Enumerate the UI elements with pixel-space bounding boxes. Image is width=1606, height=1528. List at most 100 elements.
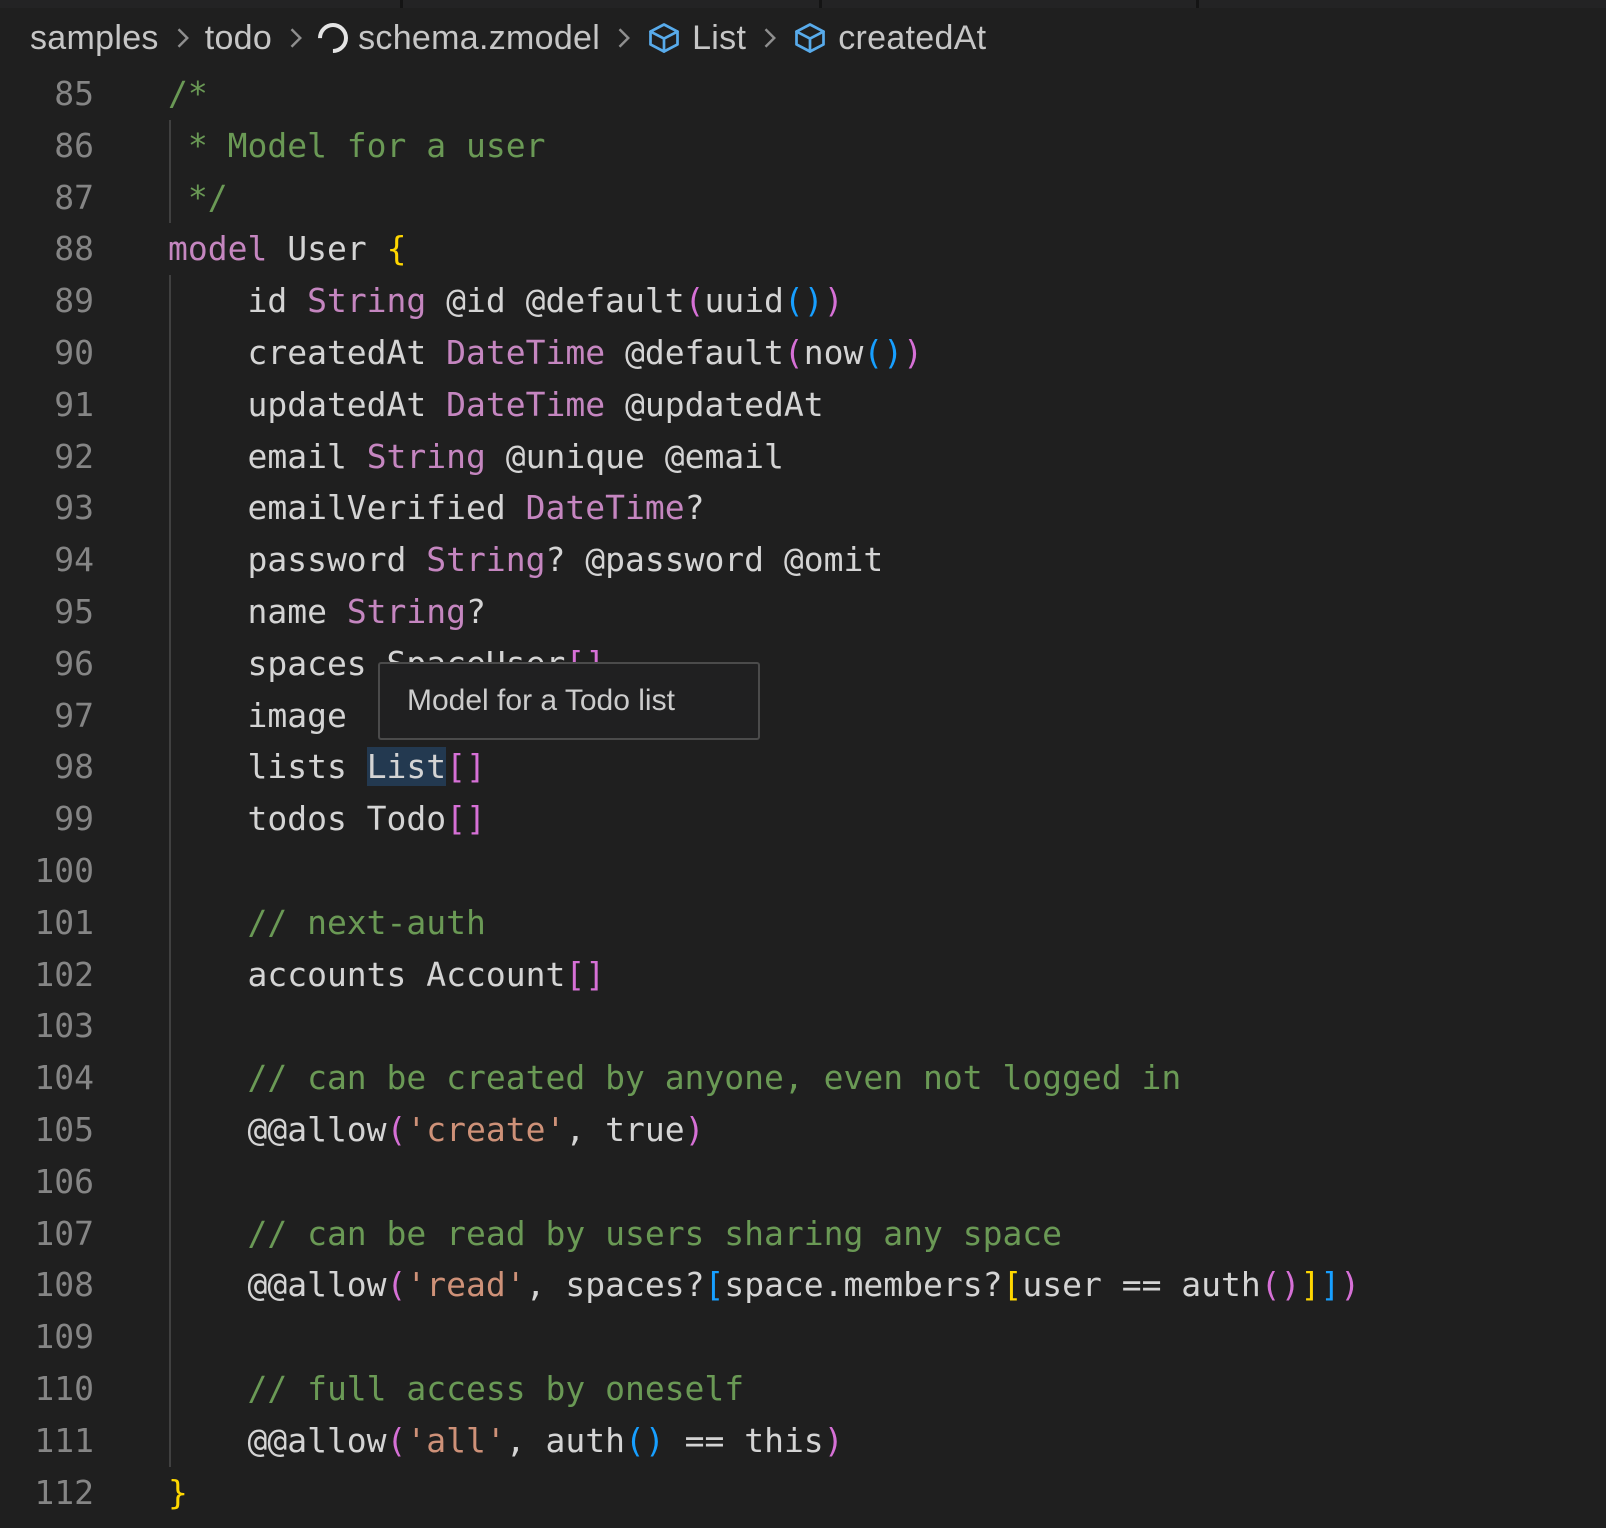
code-line[interactable]: 96 spaces SpaceUser[] (0, 638, 1606, 690)
code-editor[interactable]: 85/*86 * Model for a user87 */88model Us… (0, 68, 1606, 1518)
code-line[interactable]: 106 (0, 1156, 1606, 1208)
code-line[interactable]: 87 */ (0, 172, 1606, 224)
line-number[interactable]: 105 (0, 1104, 94, 1156)
line-number[interactable]: 106 (0, 1156, 94, 1208)
code-token: DateTime (446, 333, 605, 372)
model-symbol-icon (646, 20, 682, 56)
code-token: 'all' (406, 1421, 505, 1460)
line-number[interactable]: 99 (0, 793, 94, 845)
code-line[interactable]: 109 (0, 1311, 1606, 1363)
code-line[interactable]: 98 lists List[] (0, 741, 1606, 793)
breadcrumb-label: createdAt (838, 19, 986, 58)
code-line[interactable]: 112} (0, 1467, 1606, 1519)
breadcrumb-item-list[interactable]: List (646, 19, 746, 58)
code-token: @id @default (426, 281, 684, 320)
code-line[interactable]: 100 (0, 845, 1606, 897)
code-token: todos Todo (168, 799, 446, 838)
code-token: user == auth (1022, 1265, 1260, 1304)
code-token: @unique @email (486, 437, 784, 476)
code-line[interactable]: 92 email String @unique @email (0, 431, 1606, 483)
code-token: @updatedAt (605, 385, 824, 424)
code-line[interactable]: 90 createdAt DateTime @default(now()) (0, 327, 1606, 379)
code-token: () (863, 333, 903, 372)
line-number[interactable]: 111 (0, 1415, 94, 1467)
code-text: @@allow('read', spaces?[space.members?[u… (168, 1259, 1360, 1311)
code-line[interactable]: 91 updatedAt DateTime @updatedAt (0, 379, 1606, 431)
line-number[interactable]: 90 (0, 327, 94, 379)
line-number[interactable]: 96 (0, 638, 94, 690)
code-text: // can be created by anyone, even not lo… (168, 1052, 1181, 1104)
code-line[interactable]: 97 image (0, 690, 1606, 742)
line-number[interactable]: 100 (0, 845, 94, 897)
code-text: todos Todo[] (168, 793, 486, 845)
code-line[interactable]: 111 @@allow('all', auth() == this) (0, 1415, 1606, 1467)
code-token: } (168, 1473, 188, 1512)
code-token: now (804, 333, 864, 372)
line-number[interactable]: 94 (0, 534, 94, 586)
code-line[interactable]: 103 (0, 1000, 1606, 1052)
code-line[interactable]: 108 @@allow('read', spaces?[space.member… (0, 1259, 1606, 1311)
code-token: [ (1002, 1265, 1022, 1304)
line-number[interactable]: 97 (0, 690, 94, 742)
line-number[interactable]: 98 (0, 741, 94, 793)
code-token: ) (903, 333, 923, 372)
breadcrumb-item-samples[interactable]: samples (30, 19, 159, 58)
line-number[interactable]: 102 (0, 949, 94, 1001)
breadcrumb-item-createdat[interactable]: createdAt (792, 19, 986, 58)
line-number[interactable]: 86 (0, 120, 94, 172)
line-number[interactable]: 95 (0, 586, 94, 638)
code-token: , true (565, 1110, 684, 1149)
line-number[interactable]: 109 (0, 1311, 94, 1363)
code-text: } (168, 1467, 188, 1519)
code-token: == this (665, 1421, 824, 1460)
line-number[interactable]: 88 (0, 223, 94, 275)
code-line[interactable]: 85/* (0, 68, 1606, 120)
code-token: [] (446, 747, 486, 786)
code-token: ? (466, 592, 486, 631)
line-number[interactable]: 101 (0, 897, 94, 949)
tab-divider (1196, 0, 1199, 8)
code-token: password (168, 540, 426, 579)
line-number[interactable]: 87 (0, 172, 94, 224)
code-line[interactable]: 95 name String? (0, 586, 1606, 638)
line-number[interactable]: 110 (0, 1363, 94, 1415)
code-token: () (625, 1421, 665, 1460)
breadcrumb-item-schema-zmodel[interactable]: schema.zmodel (318, 19, 600, 58)
line-number[interactable]: 92 (0, 431, 94, 483)
code-line[interactable]: 93 emailVerified DateTime? (0, 482, 1606, 534)
code-line[interactable]: 102 accounts Account[] (0, 949, 1606, 1001)
line-number[interactable]: 103 (0, 1000, 94, 1052)
code-line[interactable]: 88model User { (0, 223, 1606, 275)
line-number[interactable]: 104 (0, 1052, 94, 1104)
line-number[interactable]: 85 (0, 68, 94, 120)
code-token: ( (685, 281, 705, 320)
line-number[interactable]: 91 (0, 379, 94, 431)
line-number[interactable]: 108 (0, 1259, 94, 1311)
code-line[interactable]: 105 @@allow('create', true) (0, 1104, 1606, 1156)
code-token: String (347, 592, 466, 631)
code-token: ) (824, 281, 844, 320)
line-number[interactable]: 93 (0, 482, 94, 534)
code-line[interactable]: 107 // can be read by users sharing any … (0, 1208, 1606, 1260)
code-text: * Model for a user (168, 120, 546, 172)
code-token-highlighted: List (367, 747, 446, 786)
code-token: ? (685, 488, 705, 527)
code-token: lists (168, 747, 367, 786)
code-token: 'read' (406, 1265, 525, 1304)
code-text: @@allow('create', true) (168, 1104, 704, 1156)
code-line[interactable]: 89 id String @id @default(uuid()) (0, 275, 1606, 327)
line-number[interactable]: 112 (0, 1467, 94, 1519)
line-number[interactable]: 89 (0, 275, 94, 327)
code-line[interactable]: 110 // full access by oneself (0, 1363, 1606, 1415)
code-line[interactable]: 99 todos Todo[] (0, 793, 1606, 845)
code-text: // can be read by users sharing any spac… (168, 1208, 1062, 1260)
code-line[interactable]: 86 * Model for a user (0, 120, 1606, 172)
line-number[interactable]: 107 (0, 1208, 94, 1260)
code-line[interactable]: 104 // can be created by anyone, even no… (0, 1052, 1606, 1104)
code-line[interactable]: 101 // next-auth (0, 897, 1606, 949)
breadcrumb-label: samples (30, 19, 159, 58)
code-line[interactable]: 94 password String? @password @omit (0, 534, 1606, 586)
code-token: @@allow (168, 1265, 387, 1304)
code-token: // can be read by users sharing any spac… (168, 1214, 1062, 1253)
breadcrumb-item-todo[interactable]: todo (205, 19, 272, 58)
